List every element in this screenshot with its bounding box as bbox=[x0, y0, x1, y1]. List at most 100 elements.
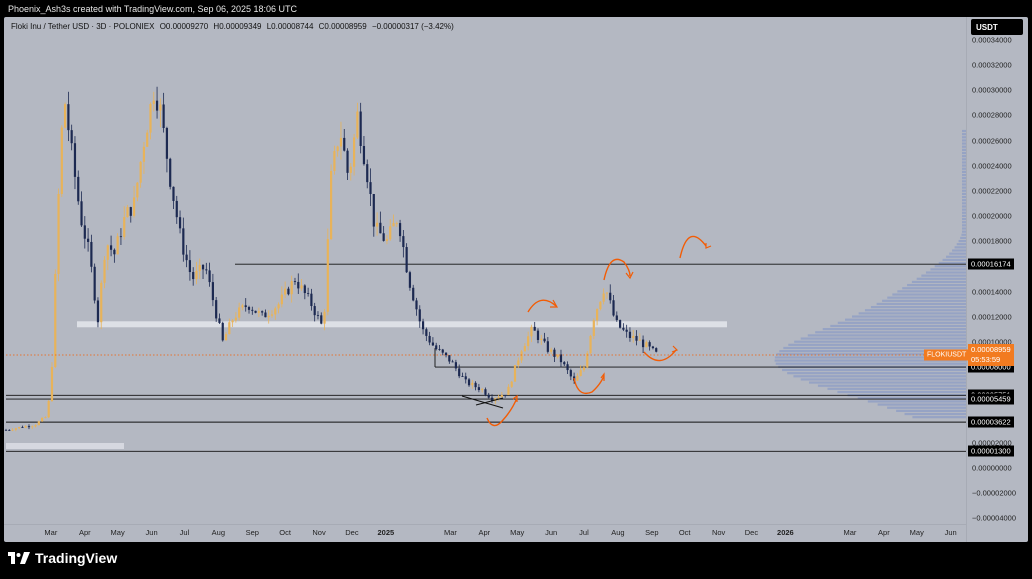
volume-profile-bar bbox=[897, 290, 966, 293]
volume-profile-bar bbox=[887, 406, 966, 409]
volume-profile-bar bbox=[782, 368, 966, 372]
candle-up bbox=[231, 320, 234, 323]
candle-up bbox=[395, 223, 398, 224]
candle-down bbox=[155, 100, 159, 111]
annotation-arc bbox=[643, 349, 677, 362]
candle-up bbox=[336, 146, 339, 152]
candle-down bbox=[96, 300, 100, 323]
candle-down bbox=[93, 266, 96, 301]
candle-down bbox=[615, 315, 618, 321]
candle-down bbox=[435, 345, 438, 350]
tradingview-brand: TradingView bbox=[35, 550, 118, 566]
volume-profile-bar bbox=[807, 334, 966, 337]
candle-down bbox=[641, 339, 645, 348]
volume-profile-bar bbox=[870, 306, 966, 309]
candle-up bbox=[330, 170, 333, 240]
time-axis-label: Oct bbox=[279, 528, 291, 537]
time-axis-label: Oct bbox=[678, 528, 691, 537]
candle-down bbox=[487, 394, 490, 398]
volume-profile-bar bbox=[830, 324, 966, 328]
candle-down bbox=[293, 281, 297, 282]
time-axis-label: Apr bbox=[78, 528, 91, 537]
candle-up bbox=[123, 217, 126, 237]
candle-down bbox=[461, 376, 464, 377]
volume-profile-bar bbox=[887, 296, 966, 299]
time-axis-divider bbox=[4, 524, 966, 525]
annotation-arrowhead bbox=[671, 345, 679, 353]
candle-down bbox=[316, 315, 320, 316]
volume-profile-bar bbox=[867, 400, 966, 403]
candle-down bbox=[369, 182, 372, 195]
candle-up bbox=[57, 194, 60, 274]
candle-down bbox=[178, 217, 182, 229]
annotation-arc bbox=[527, 299, 557, 313]
volume-profile-bar bbox=[800, 378, 966, 381]
volume-profile-bar bbox=[930, 268, 966, 271]
price-chart[interactable] bbox=[0, 0, 1032, 579]
candle-up bbox=[47, 401, 50, 418]
candle-down bbox=[635, 335, 638, 341]
tradingview-logo[interactable]: TradingView bbox=[8, 550, 117, 566]
price-axis-label: 0.00028000 bbox=[972, 110, 1012, 120]
candle-up bbox=[50, 366, 54, 402]
candle-down bbox=[553, 349, 556, 357]
candle-up bbox=[481, 389, 484, 391]
candle-down bbox=[408, 272, 412, 288]
candle-up bbox=[41, 417, 44, 422]
volume-profile-bar bbox=[864, 309, 966, 312]
volume-profile-bar bbox=[892, 293, 966, 296]
candle-down bbox=[477, 387, 480, 391]
candle-down bbox=[405, 247, 408, 273]
legend-high: H0.00009349 bbox=[213, 22, 262, 31]
candle-down bbox=[8, 429, 11, 431]
candle-down bbox=[474, 382, 477, 388]
candle-up bbox=[37, 421, 40, 426]
candle-down bbox=[215, 300, 218, 319]
candle-up bbox=[527, 336, 530, 347]
candle-up bbox=[18, 426, 21, 429]
candle-down bbox=[320, 315, 323, 324]
candle-up bbox=[277, 304, 280, 309]
candle-down bbox=[113, 249, 116, 255]
candle-down bbox=[412, 287, 415, 301]
volume-profile-bar bbox=[837, 321, 966, 324]
volume-profile-bar bbox=[822, 328, 966, 331]
currency-button[interactable]: USDT bbox=[971, 19, 1023, 35]
current-price-value: 0.00008959 bbox=[971, 344, 1011, 354]
candle-up bbox=[582, 367, 586, 371]
candle-up bbox=[579, 370, 582, 376]
candle-down bbox=[628, 331, 632, 338]
candle-up bbox=[228, 322, 231, 335]
candle-down bbox=[655, 348, 658, 352]
support-zone-highlight bbox=[77, 321, 727, 328]
candle-up bbox=[645, 342, 648, 348]
legend-title: Floki Inu / Tether USD · 3D · POLONIEX bbox=[11, 22, 155, 31]
volume-profile-bar bbox=[808, 381, 966, 384]
base-zone-highlight bbox=[6, 443, 124, 449]
candle-down bbox=[372, 194, 375, 227]
time-axis-label: Jul bbox=[179, 528, 190, 537]
candle-up bbox=[24, 426, 27, 428]
candle-up bbox=[100, 282, 103, 323]
volume-profile-bar bbox=[876, 302, 966, 306]
candle-up bbox=[605, 292, 609, 294]
volume-profile-bar bbox=[902, 287, 966, 290]
time-axis-label: Sep bbox=[645, 528, 659, 537]
candle-down bbox=[254, 310, 257, 313]
candle-down bbox=[119, 236, 123, 238]
bar-countdown: 05:53:59 bbox=[971, 354, 1001, 364]
price-axis-label: 0.00018000 bbox=[972, 236, 1012, 246]
time-axis-label: Nov bbox=[312, 528, 326, 537]
time-axis-label: May bbox=[510, 528, 525, 537]
volume-profile-bar bbox=[788, 343, 966, 346]
price-axis-divider bbox=[966, 17, 967, 542]
volume-profile-bar bbox=[896, 409, 966, 412]
legend-close: C0.00008959 bbox=[318, 22, 367, 31]
candle-down bbox=[346, 150, 349, 173]
candle-down bbox=[609, 292, 612, 301]
candle-up bbox=[270, 314, 274, 316]
candle-up bbox=[497, 397, 500, 399]
candle-up bbox=[576, 375, 579, 381]
candle-up bbox=[224, 334, 228, 341]
volume-profile-bar bbox=[916, 277, 966, 280]
